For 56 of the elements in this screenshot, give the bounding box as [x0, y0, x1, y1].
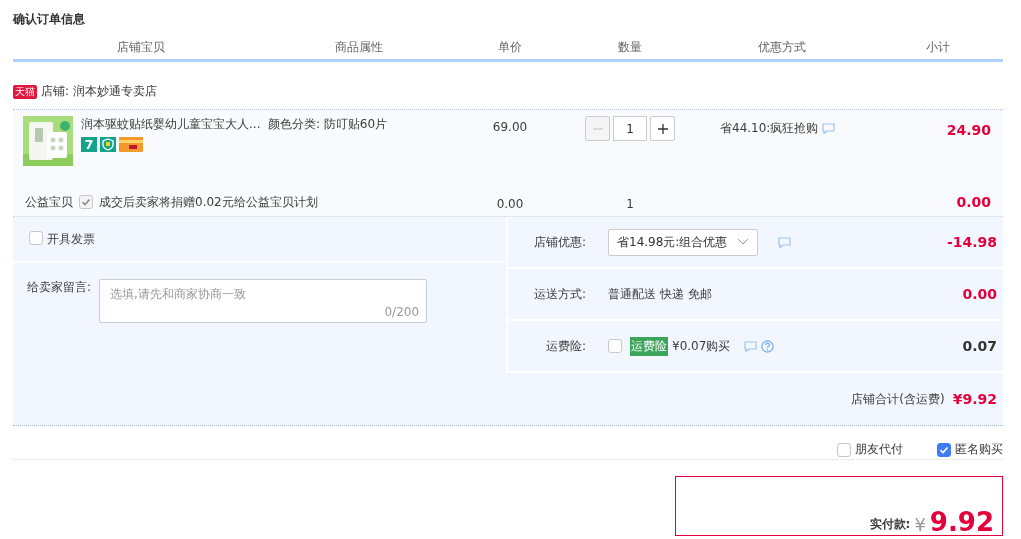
chevron-down-icon	[737, 238, 750, 246]
option-label: 店铺优惠:	[532, 233, 587, 251]
check-icon	[81, 197, 91, 207]
payment-amount: 9.92	[929, 509, 994, 535]
chat-icon[interactable]	[822, 123, 836, 134]
store-badge: 天猫	[13, 84, 37, 99]
invoice-checkbox[interactable]	[29, 231, 43, 245]
service-badge: 7	[81, 137, 97, 152]
column-header: 商品属性	[268, 39, 450, 59]
subtotal: 24.90	[945, 121, 992, 140]
check-icon	[939, 444, 949, 455]
insurance-checkbox[interactable]	[608, 339, 622, 353]
increase-button[interactable]	[650, 116, 675, 141]
discount-dropdown[interactable]: 省14.98元:组合优惠	[608, 228, 759, 256]
column-header: 小计	[873, 39, 1003, 59]
option-text: 朋友代付	[855, 441, 903, 458]
shield-badge-icon	[100, 137, 116, 152]
character-counter: 0/200	[384, 305, 420, 319]
invoice-label: 开具发票	[47, 231, 95, 248]
payment-label: 实付款:	[869, 516, 911, 533]
card-badge-icon	[119, 137, 143, 152]
charity-text: 成交后卖家将捐赠0.02元给公益宝贝计划	[99, 193, 318, 211]
insurance-tag: 运费险	[630, 336, 668, 356]
column-header: 单价	[450, 39, 570, 59]
store-total-label: 店铺合计(含运费)	[851, 390, 945, 408]
option-label: 运费险:	[544, 337, 587, 355]
insurance-price: ¥0.07购买	[672, 337, 731, 355]
option-text: 匿名购买	[955, 441, 1003, 458]
option-amount: -14.98	[945, 234, 998, 250]
chat-icon[interactable]	[744, 340, 758, 352]
currency-sign: ¥	[914, 514, 926, 535]
charity-label: 公益宝贝	[25, 193, 73, 211]
option-amount: 0.07	[961, 338, 998, 354]
discount-text: 省44.10:疯狂抢购	[720, 120, 819, 137]
unit-price: 0.00	[495, 196, 525, 211]
message-label: 给卖家留言:	[27, 279, 92, 296]
subtotal: 0.00	[955, 194, 992, 210]
help-icon[interactable]	[761, 339, 775, 353]
quantity-field[interactable]: 1	[613, 116, 647, 141]
option-checkbox[interactable]	[837, 442, 851, 457]
shipping-method: 普通配送 快递 免邮	[608, 285, 712, 303]
unit-price: 69.00	[491, 119, 529, 136]
store-total: ¥9.92	[952, 391, 997, 407]
plus-icon	[656, 122, 669, 135]
section-title: 确认订单信息	[13, 11, 86, 28]
quantity: 1	[625, 196, 635, 211]
option-checkbox[interactable]	[937, 442, 951, 457]
chat-icon[interactable]	[778, 236, 792, 248]
option-amount: 0.00	[961, 286, 998, 302]
column-header: 数量	[570, 39, 690, 59]
product-name[interactable]: 润本驱蚊贴纸婴幼儿童宝宝大人...	[81, 116, 261, 133]
column-header: 优惠方式	[690, 39, 873, 59]
store-name: 店铺: 润本妙通专卖店	[41, 83, 157, 100]
option-label: 运送方式:	[532, 285, 587, 303]
product-attribute: 颜色分类: 防叮贴60片	[268, 116, 389, 133]
column-header: 店铺宝贝	[13, 39, 268, 59]
